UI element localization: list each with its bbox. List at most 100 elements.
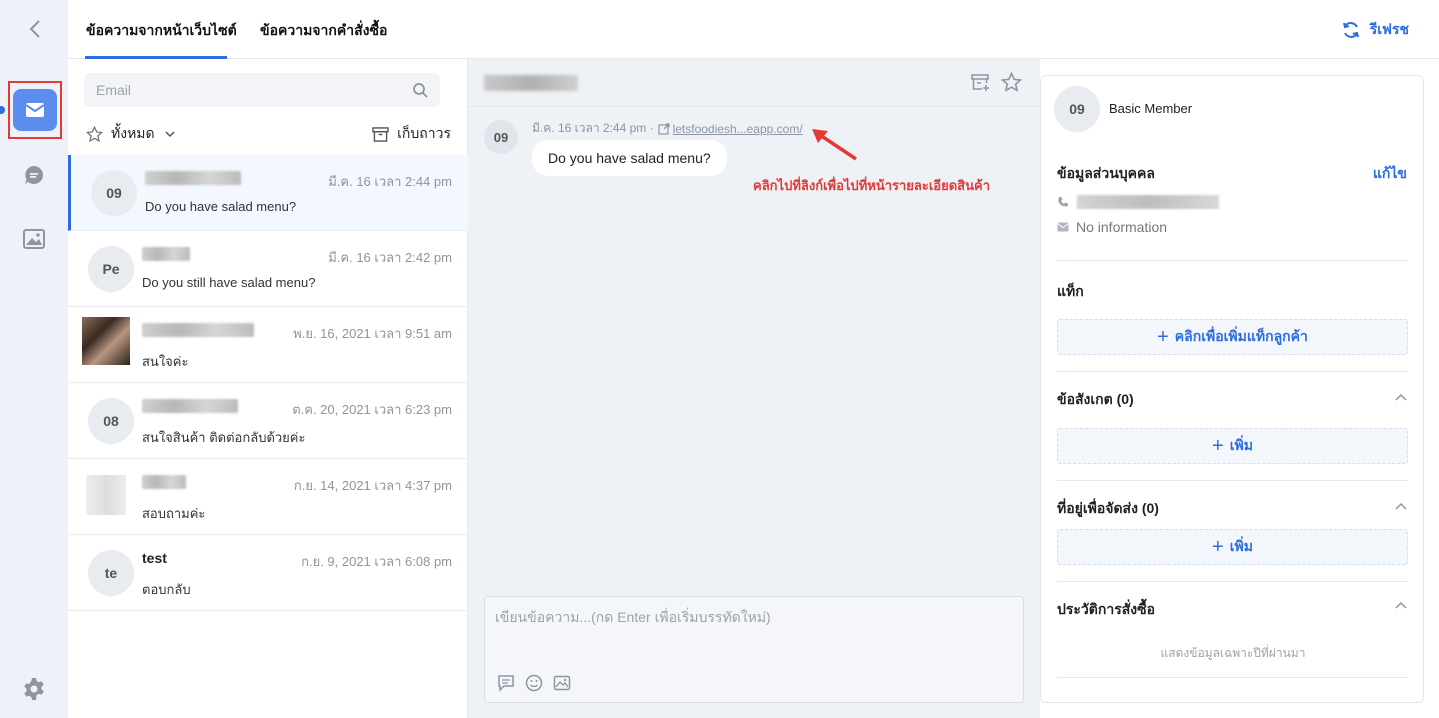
conversation-time: พ.ย. 16, 2021 เวลา 9:51 am xyxy=(293,326,452,341)
refresh-icon xyxy=(1342,22,1359,38)
external-link-icon xyxy=(657,122,670,135)
image-upload-icon[interactable] xyxy=(553,674,571,692)
plus-icon: + xyxy=(1212,435,1224,457)
conversation-time: ก.ย. 14, 2021 เวลา 4:37 pm xyxy=(293,478,452,493)
add-tag-button[interactable]: + คลิกเพื่อเพิ่มแท็กลูกค้า xyxy=(1057,319,1408,355)
divider xyxy=(1057,677,1408,678)
chat-panel: 09 มี.ค. 16 เวลา 2:44 pm · letsfoodiesh.… xyxy=(468,59,1040,718)
conversation-name: test xyxy=(142,550,167,566)
product-link[interactable]: letsfoodiesh...eapp.com/ xyxy=(657,121,803,136)
emoji-icon[interactable] xyxy=(525,674,543,692)
chevron-up-icon[interactable] xyxy=(1395,393,1407,401)
conversation-time: มี.ค. 16 เวลา 2:42 pm xyxy=(328,250,452,265)
divider xyxy=(1057,581,1408,582)
tags-title: แท็ก xyxy=(1057,283,1084,299)
message-meta: มี.ค. 16 เวลา 2:44 pm · letsfoodiesh...e… xyxy=(532,119,803,138)
chevron-up-icon[interactable] xyxy=(1395,502,1407,510)
phone-row xyxy=(1057,195,1219,209)
composer-tools xyxy=(497,674,571,692)
annotation-arrow xyxy=(812,129,857,161)
message-time: มี.ค. 16 เวลา 2:44 pm · xyxy=(532,121,654,135)
order-history-note: แสดงข้อมูลเฉพาะปีที่ผ่านมา xyxy=(1160,646,1306,660)
plus-icon: + xyxy=(1212,536,1224,558)
active-indicator xyxy=(0,106,5,114)
conversation-item[interactable]: พ.ย. 16, 2021 เวลา 9:51 am สนใจค่ะ xyxy=(68,307,468,383)
divider xyxy=(1057,260,1408,261)
conversation-item[interactable]: 09 มี.ค. 16 เวลา 2:44 pm Do you have sal… xyxy=(68,155,468,231)
chat-header xyxy=(468,59,1040,107)
gear-icon[interactable] xyxy=(22,677,46,701)
conversation-preview: สนใจสินค้า ติดต่อกลับด้วยค่ะ xyxy=(142,430,306,445)
add-tag-label: คลิกเพื่อเพิ่มแท็กลูกค้า xyxy=(1174,328,1308,344)
customer-info-panel: 09 Basic Member ข้อมูลส่วนบุคคล แก้ไข No… xyxy=(1040,75,1424,703)
add-note-button[interactable]: + เพิ่ม xyxy=(1057,428,1408,464)
conversation-preview: สอบถามค่ะ xyxy=(142,506,206,521)
conversation-item[interactable]: ก.ย. 14, 2021 เวลา 4:37 pm สอบถามค่ะ xyxy=(68,459,468,535)
mail-icon[interactable] xyxy=(13,89,57,131)
add-address-label: เพิ่ม xyxy=(1229,538,1253,554)
top-bar: ข้อความจากหน้าเว็บไซต์ ข้อความจากคำสั่งซ… xyxy=(68,0,1439,59)
search-input[interactable] xyxy=(96,82,412,98)
conversation-list-panel: ทั้งหมด เก็บถาวร 09 มี.ค. 16 เวลา 2:44 p… xyxy=(68,59,468,718)
search-box xyxy=(84,73,440,107)
filter-label: ทั้งหมด xyxy=(111,125,155,141)
tab-order-messages[interactable]: ข้อความจากคำสั่งซื้อ xyxy=(260,20,387,42)
conversation-preview: สนใจค่ะ xyxy=(142,354,189,369)
redacted-name xyxy=(142,323,254,337)
divider xyxy=(1057,371,1408,372)
image-icon[interactable] xyxy=(23,229,45,249)
conversation-preview: Do you have salad menu? xyxy=(145,199,297,214)
add-note-label: เพิ่ม xyxy=(1229,437,1253,453)
avatar xyxy=(82,317,130,365)
star-icon xyxy=(86,125,103,142)
edit-button[interactable]: แก้ไข xyxy=(1373,163,1407,185)
conversation-time: ก.ย. 9, 2021 เวลา 6:08 pm xyxy=(301,554,452,569)
redacted-name xyxy=(145,171,241,185)
message-input[interactable] xyxy=(495,607,1015,657)
email-row: No information xyxy=(1057,219,1167,235)
archive-button[interactable]: เก็บถาวร xyxy=(372,123,451,145)
mail-icon xyxy=(1057,222,1069,232)
redacted-contact-name xyxy=(484,75,578,91)
avatar: Pe xyxy=(88,246,134,292)
plus-icon: + xyxy=(1157,326,1169,348)
chat-icon[interactable] xyxy=(23,164,45,186)
avatar: 09 xyxy=(484,120,518,154)
redacted-name xyxy=(142,247,190,261)
add-address-button[interactable]: + เพิ่ม xyxy=(1057,529,1408,565)
conversation-time: ต.ค. 20, 2021 เวลา 6:23 pm xyxy=(292,402,452,417)
archive-add-icon[interactable] xyxy=(971,73,991,93)
member-level: Basic Member xyxy=(1109,101,1193,116)
notes-title: ข้อสังเกต (0) xyxy=(1057,391,1134,407)
message-composer xyxy=(484,596,1024,703)
conversation-preview: ตอบกลับ xyxy=(142,582,191,597)
star-icon[interactable] xyxy=(1001,72,1022,93)
chevron-up-icon[interactable] xyxy=(1395,601,1407,609)
filter-dropdown[interactable]: ทั้งหมด xyxy=(86,123,175,145)
quick-reply-icon[interactable] xyxy=(497,674,515,692)
avatar xyxy=(86,475,126,515)
avatar: 09 xyxy=(91,170,137,216)
shipping-address-title: ที่อยู่เพื่อจัดส่ง (0) xyxy=(1057,500,1159,516)
email-value: No information xyxy=(1076,219,1168,235)
tab-website-messages[interactable]: ข้อความจากหน้าเว็บไซต์ xyxy=(86,20,237,42)
annotation-text: คลิกไปที่ลิงก์เพื่อไปที่หน้ารายละเอียดสิ… xyxy=(753,178,990,193)
product-link-text: letsfoodiesh...eapp.com/ xyxy=(672,121,803,136)
left-rail xyxy=(0,0,68,718)
chevron-left-icon[interactable] xyxy=(24,18,46,40)
phone-icon xyxy=(1058,197,1068,207)
conversation-preview: Do you still have salad menu? xyxy=(142,275,316,290)
refresh-label: รีเฟรช xyxy=(1369,21,1409,37)
avatar: te xyxy=(88,550,134,596)
search-icon[interactable] xyxy=(412,82,428,98)
conversation-time: มี.ค. 16 เวลา 2:44 pm xyxy=(328,174,452,189)
conversation-item[interactable]: Pe มี.ค. 16 เวลา 2:42 pm Do you still ha… xyxy=(68,231,468,307)
archive-icon xyxy=(372,126,389,142)
redacted-phone xyxy=(1077,195,1219,209)
avatar: 09 xyxy=(1054,86,1100,132)
message-bubble: Do you have salad menu? xyxy=(532,140,727,176)
refresh-button[interactable]: รีเฟรช xyxy=(1342,19,1409,41)
conversation-item[interactable]: 08 ต.ค. 20, 2021 เวลา 6:23 pm สนใจสินค้า… xyxy=(68,383,468,459)
conversation-item[interactable]: te test ก.ย. 9, 2021 เวลา 6:08 pm ตอบกลั… xyxy=(68,535,468,611)
avatar: 08 xyxy=(88,398,134,444)
